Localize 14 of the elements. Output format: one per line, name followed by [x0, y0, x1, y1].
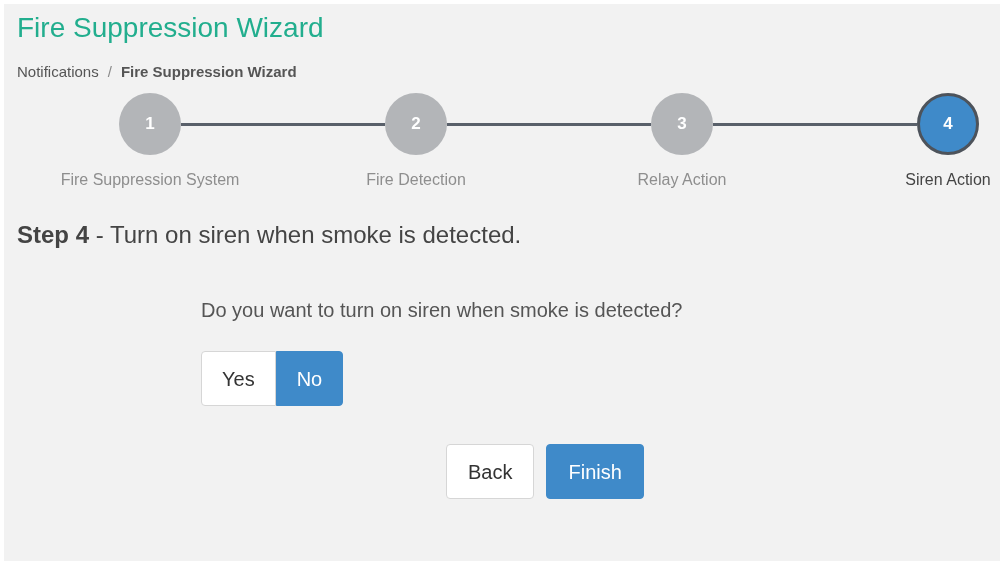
step-heading: Step 4 - Turn on siren when smoke is detected.	[17, 220, 522, 250]
breadcrumb-separator: /	[107, 62, 112, 82]
back-button[interactable]: Back	[446, 444, 535, 499]
page-title: Fire Suppression Wizard	[17, 12, 324, 44]
step-label: Fire Detection	[366, 170, 466, 190]
step-label: Fire Suppression System	[60, 170, 240, 190]
step-label: Relay Action	[637, 170, 727, 190]
breadcrumb-link[interactable]: Notifications	[17, 62, 99, 82]
breadcrumb-current: Fire Suppression Wizard	[120, 62, 297, 82]
question-text: Do you want to turn on siren when smoke is detected?	[201, 298, 683, 323]
toggle-option[interactable]: Yes	[201, 351, 276, 406]
finish-button[interactable]: Finish	[546, 444, 644, 499]
step-label: Siren Action	[905, 170, 991, 190]
toggle-option[interactable]: No	[275, 351, 344, 406]
